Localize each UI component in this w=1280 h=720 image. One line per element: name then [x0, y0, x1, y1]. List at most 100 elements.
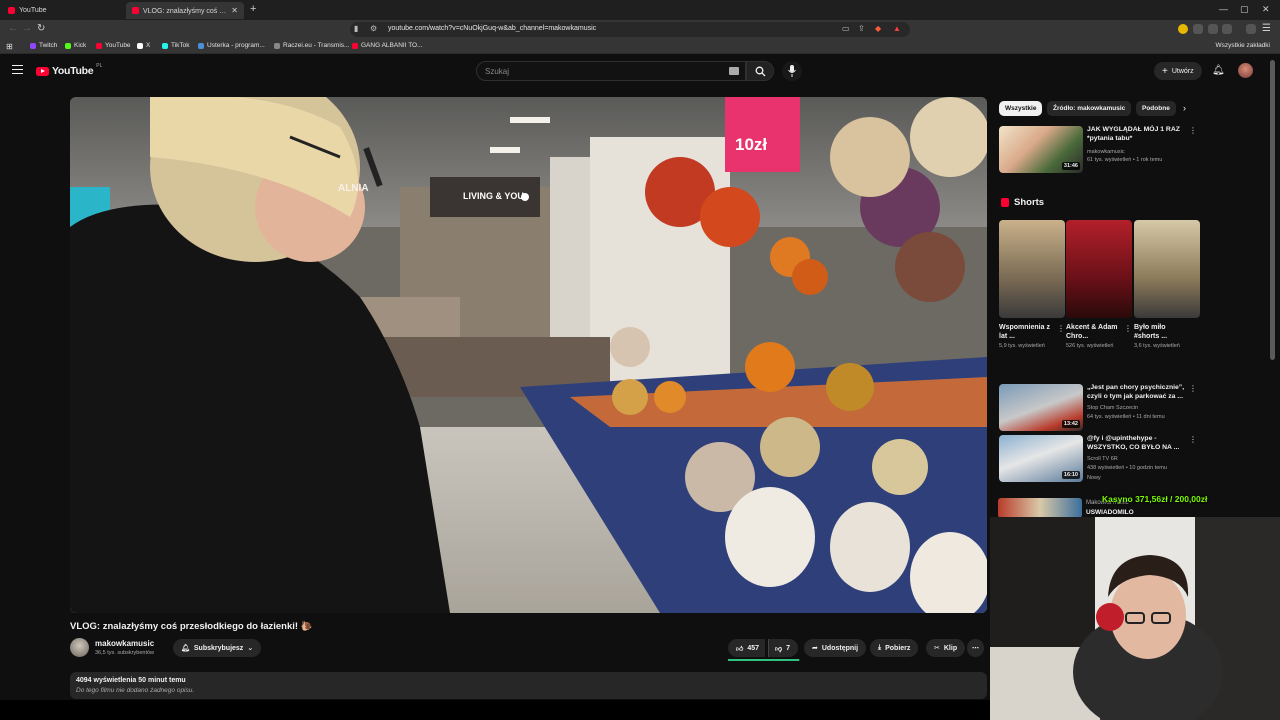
- create-button[interactable]: + Utwórz: [1154, 62, 1202, 80]
- new-tab-icon[interactable]: +: [250, 3, 256, 15]
- dislike-button[interactable]: 👎︎ 7: [768, 639, 799, 657]
- short-item[interactable]: Akcent & Adam Chro... 526 tys. wyświetle…: [1066, 220, 1132, 350]
- keyboard-icon[interactable]: [729, 67, 739, 75]
- share-icon[interactable]: ⇪: [858, 24, 865, 33]
- video-title: VLOG: znalazłyśmy coś przesłodkiego do ł…: [70, 621, 313, 632]
- extension-icon[interactable]: [1178, 24, 1188, 34]
- webcam-frame: [990, 517, 1280, 720]
- page-scrollbar[interactable]: [1270, 60, 1275, 360]
- site-info-icon[interactable]: ⚙: [370, 24, 377, 33]
- recommendation-channel: Stop Cham Szczecin: [1087, 405, 1139, 411]
- browser-tab-active[interactable]: VLOG: znalazłyśmy coś przesłodkiego do ł…: [126, 2, 244, 19]
- youtube-logo[interactable]: YouTube PL: [36, 63, 102, 77]
- download-icon: ⤓: [878, 644, 882, 651]
- channel-name[interactable]: makowkamusic: [95, 639, 154, 648]
- guide-menu-icon[interactable]: [12, 65, 23, 74]
- maximize-icon[interactable]: ▢: [1240, 4, 1249, 15]
- short-thumbnail[interactable]: [999, 220, 1065, 318]
- more-options-icon[interactable]: ⋮: [1189, 435, 1197, 444]
- scissors-icon: ✂: [934, 645, 940, 652]
- forward-icon[interactable]: →: [22, 23, 32, 34]
- recommendation-item[interactable]: 13:42 „Jest pan chory psychicznie”, czyl…: [999, 384, 1199, 432]
- reload-icon[interactable]: ↻: [37, 23, 45, 34]
- bookmark-tiktok[interactable]: TikTok: [162, 42, 190, 49]
- more-options-icon[interactable]: ⋮: [1189, 384, 1197, 393]
- close-tab-icon[interactable]: ✕: [231, 6, 238, 15]
- more-options-icon[interactable]: ⋮: [1124, 324, 1132, 333]
- recommendation-channel: makowkamusic: [1087, 149, 1125, 155]
- description-box[interactable]: 4094 wyświetlenia 50 minut temu Do tego …: [70, 672, 987, 699]
- video-thumbnail[interactable]: [998, 498, 1082, 518]
- more-options-icon[interactable]: ⋮: [1189, 126, 1197, 135]
- bookmark-youtube[interactable]: YouTube: [96, 42, 131, 49]
- sidebar-icon[interactable]: [1222, 24, 1232, 34]
- share-arrow-icon: ➦: [812, 645, 818, 652]
- plus-icon: +: [1162, 65, 1168, 77]
- microphone-icon: [788, 65, 796, 77]
- short-views: 5,9 tys. wyświetleń: [999, 343, 1045, 349]
- recommendation-item[interactable]: 16:10 @fy i @upinthehype - WSZYSTKO, CO …: [999, 435, 1199, 485]
- search-placeholder: Szukaj: [485, 67, 510, 76]
- video-thumbnail[interactable]: 16:10: [999, 435, 1083, 482]
- recommendation-title: JAK WYGLĄDAŁ MÓJ 1 RAZ *pytania tabu*: [1087, 126, 1180, 142]
- donation-goal-overlay: Kasyno 371,56zł / 200,00zł: [1102, 494, 1208, 504]
- extensions-puzzle-icon[interactable]: [1208, 24, 1218, 34]
- short-title: Wspomnienia z lat ...: [999, 324, 1050, 340]
- bookmark-gang-albanii[interactable]: GANG ALBANII TO...: [352, 42, 423, 49]
- scene-price-tag: 10zł: [735, 135, 768, 154]
- bookmark-raczei[interactable]: Raczei.eu - Transmis...: [274, 42, 349, 49]
- youtube-favicon-icon: [8, 7, 15, 14]
- chip-from-channel[interactable]: Źródło: makowkamusic: [1047, 101, 1132, 116]
- chevron-right-icon[interactable]: ›: [1183, 103, 1186, 113]
- bookmark-kick[interactable]: Kick: [65, 42, 86, 49]
- bookmark-usterka[interactable]: Usterka - program...: [198, 42, 265, 49]
- bookmark-icon[interactable]: ▮: [354, 24, 358, 33]
- cast-icon[interactable]: ▭: [842, 24, 850, 33]
- shorts-icon: [1001, 198, 1009, 207]
- short-item[interactable]: Było miło #shorts ... 3,6 tys. wyświetle…: [1134, 220, 1200, 350]
- all-bookmarks[interactable]: Wszystkie zakładki: [1215, 42, 1270, 49]
- scene-store-sign: LIVING & YOU: [463, 191, 524, 201]
- recommendation-meta: 64 tys. wyświetleń • 11 dni temu: [1087, 414, 1165, 420]
- download-button[interactable]: ⤓ Pobierz: [870, 639, 919, 657]
- more-options-icon[interactable]: ⋮: [1057, 324, 1065, 333]
- short-item[interactable]: Wspomnienia z lat ... 5,9 tys. wyświetle…: [999, 220, 1065, 350]
- search-input[interactable]: Szukaj: [476, 61, 746, 81]
- account-avatar[interactable]: [1238, 63, 1253, 78]
- video-thumbnail[interactable]: 13:42: [999, 384, 1083, 431]
- share-button[interactable]: ➦ Udostępnij: [804, 639, 867, 657]
- subscribed-button[interactable]: 🔔︎ Subskrybujesz ⌄: [173, 639, 262, 657]
- chevron-down-icon: ⌄: [247, 645, 254, 652]
- video-player[interactable]: LIVING & YOU 10zł ALNIA: [70, 97, 987, 613]
- chip-related[interactable]: Podobne: [1136, 101, 1176, 116]
- channel-avatar[interactable]: [70, 638, 89, 657]
- short-thumbnail[interactable]: [1066, 220, 1132, 318]
- browser-toolbar: ← → ↻ ▮ ⚙ youtube.com/watch?v=cNuOkjGuq-…: [0, 20, 1280, 39]
- minimize-icon[interactable]: —: [1219, 4, 1228, 14]
- search-button[interactable]: [746, 61, 774, 81]
- brave-shield-icon[interactable]: ◆: [875, 24, 881, 33]
- recommendation-item[interactable]: 31:46 JAK WYGLĄDAŁ MÓJ 1 RAZ *pytania ta…: [999, 126, 1199, 174]
- chip-all[interactable]: Wszystkie: [999, 101, 1043, 116]
- browser-menu-icon[interactable]: ☰: [1262, 23, 1271, 34]
- clip-button[interactable]: ✂ Klip: [926, 639, 966, 657]
- back-icon[interactable]: ←: [8, 23, 18, 34]
- notifications-bell-icon[interactable]: 🔔︎: [1212, 65, 1225, 76]
- like-button[interactable]: 👍︎ 457: [728, 639, 766, 657]
- bookmark-x[interactable]: X: [137, 42, 150, 49]
- bookmark-twitch[interactable]: Twitch: [30, 42, 57, 49]
- close-window-icon[interactable]: ✕: [1262, 4, 1270, 15]
- voice-search-button[interactable]: [782, 61, 802, 81]
- browser-tab-youtube[interactable]: YouTube: [2, 2, 122, 19]
- video-thumbnail[interactable]: 31:46: [999, 126, 1083, 173]
- thumbs-up-icon: 👍︎: [736, 645, 744, 653]
- extension-icon[interactable]: [1193, 24, 1203, 34]
- address-bar[interactable]: ▮ ⚙ youtube.com/watch?v=cNuOkjGuq-w&ab_c…: [350, 22, 910, 37]
- more-actions-icon[interactable]: ⋯: [967, 639, 984, 657]
- short-thumbnail[interactable]: [1134, 220, 1200, 318]
- apps-icon[interactable]: ⊞: [6, 42, 13, 51]
- recommendation-meta: 438 wyświetleń • 10 godzin temu: [1087, 465, 1167, 471]
- media-icon[interactable]: [1246, 24, 1256, 34]
- alert-icon[interactable]: ▲: [893, 24, 901, 33]
- youtube-masthead: YouTube PL Szukaj + Utwórz 🔔︎: [0, 54, 1280, 88]
